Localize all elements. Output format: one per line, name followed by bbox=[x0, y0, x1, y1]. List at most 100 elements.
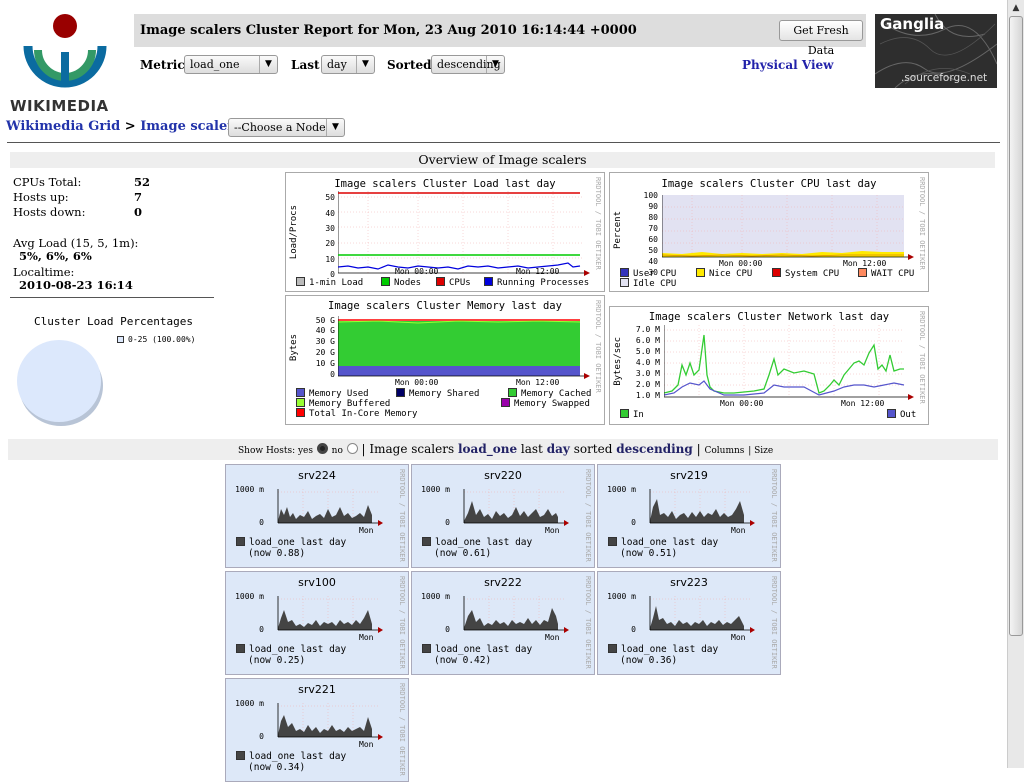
network-out-series-line bbox=[664, 380, 905, 396]
rrdtool-credit: RRDTOOL / TOBI OETIKER bbox=[594, 300, 602, 393]
last-select[interactable]: day ▼ bbox=[321, 55, 375, 74]
cluster-network-graph[interactable]: Image scalers Cluster Network last day R… bbox=[609, 306, 929, 425]
legend-item: CPUs bbox=[436, 277, 471, 288]
node-select[interactable]: --Choose a Node ▼ bbox=[228, 118, 345, 137]
breadcrumb-grid-link[interactable]: Wikimedia Grid bbox=[6, 119, 120, 134]
y-tick: 50 bbox=[648, 246, 658, 255]
cluster-cpu-graph[interactable]: Image scalers Cluster CPU last day RRDTO… bbox=[609, 172, 929, 292]
columns-control[interactable]: Columns bbox=[704, 446, 744, 456]
host-graph-card[interactable]: srv223 RRDTOOL / TOBI OETIKER 1000 m 0 Mon lo… bbox=[597, 571, 781, 675]
pie-legend-label: 0-25 (100.00%) bbox=[128, 335, 196, 344]
load-one-area bbox=[278, 610, 372, 630]
x-tick: Mon bbox=[731, 633, 746, 642]
legend-label: WAIT CPU bbox=[871, 269, 915, 279]
host-graph-card[interactable]: srv100 RRDTOOL / TOBI OETIKER 1000 m 0 Mon lo… bbox=[225, 571, 409, 675]
cluster-load-graph[interactable]: Image scalers Cluster Load last day RRDT… bbox=[285, 172, 605, 292]
host-load-plot bbox=[649, 596, 755, 633]
pie-legend: 0-25 (100.00%) bbox=[117, 335, 195, 344]
show-hosts-yes-radio[interactable] bbox=[316, 443, 328, 454]
host-load-plot bbox=[463, 596, 569, 633]
legend-label: Total In-Core Memory bbox=[309, 409, 418, 419]
host-legend-label: load_one last day bbox=[621, 644, 719, 655]
divider bbox=[7, 142, 1000, 143]
cpus-total-label: CPUs Total: bbox=[13, 175, 82, 189]
physical-view-link[interactable]: Physical View bbox=[742, 58, 833, 72]
hosts-bar-content: Show Hosts: yes no | Image scalers load_… bbox=[238, 442, 773, 456]
legend-item: 1-min Load bbox=[296, 277, 363, 288]
legend-swatch bbox=[887, 409, 896, 418]
legend-label: In bbox=[633, 410, 644, 420]
y-axis-label: Bytes bbox=[289, 334, 299, 362]
y-tick: 50 bbox=[325, 193, 335, 202]
host-now-value: (now 0.36) bbox=[620, 655, 678, 666]
ganglia-logo-sub: .sourceforge.net bbox=[901, 72, 988, 84]
host-graph-card[interactable]: srv222 RRDTOOL / TOBI OETIKER 1000 m 0 Mon lo… bbox=[411, 571, 595, 675]
y-tick: 50 G bbox=[315, 316, 335, 325]
breadcrumb: Wikimedia Grid > Image scalers > bbox=[6, 119, 257, 134]
legend-item: Idle CPU bbox=[620, 278, 676, 289]
host-legend: load_one last day (now 0.61) bbox=[422, 537, 532, 559]
y-tick: 7.0 M bbox=[635, 325, 660, 334]
wikimedia-wordmark: WIKIMEDIA bbox=[10, 97, 109, 115]
legend-item: WAIT CPU bbox=[858, 268, 914, 279]
chevron-down-icon: ▼ bbox=[356, 56, 374, 73]
ganglia-logo[interactable]: Ganglia .sourceforge.net bbox=[875, 14, 997, 88]
overview-title: Overview of Image scalers bbox=[10, 152, 995, 168]
metric-select-value: load_one bbox=[190, 58, 240, 71]
y-axis-label: Bytes/sec bbox=[613, 337, 623, 386]
show-hosts-label: Show Hosts: yes bbox=[238, 446, 313, 456]
x-tick: Mon 12:00 bbox=[516, 378, 560, 387]
host-load-plot bbox=[463, 489, 569, 526]
metric-label: Metric bbox=[140, 58, 185, 72]
breadcrumb-cluster-link[interactable]: Image scalers bbox=[140, 119, 241, 134]
legend-label: Idle CPU bbox=[633, 279, 677, 289]
host-load-plot bbox=[649, 489, 755, 526]
sorted-select[interactable]: descending ▼ bbox=[431, 55, 505, 74]
memory-plot-area bbox=[338, 316, 590, 379]
pie-legend-swatch bbox=[117, 336, 124, 343]
cluster-memory-graph[interactable]: Image scalers Cluster Memory last day RR… bbox=[285, 295, 605, 425]
legend-swatch bbox=[508, 388, 517, 397]
host-load-plot bbox=[277, 596, 383, 633]
y-tick: 70 bbox=[648, 224, 658, 233]
legend-swatch bbox=[236, 537, 245, 546]
hosts-down-value: 0 bbox=[134, 205, 143, 219]
host-graph-card[interactable]: srv224 RRDTOOL / TOBI OETIKER 1000 m 0 Mon lo… bbox=[225, 464, 409, 568]
size-control[interactable]: | Size bbox=[748, 446, 773, 456]
legend-swatch bbox=[501, 398, 510, 407]
legend-swatch bbox=[436, 277, 445, 286]
y-tick: 1.0 M bbox=[635, 391, 660, 400]
host-load-plot bbox=[277, 703, 383, 740]
legend-label: Nice CPU bbox=[709, 269, 753, 279]
avg-load-label: Avg Load (15, 5, 1m): bbox=[13, 236, 139, 250]
host-legend: load_one last day (now 0.25) bbox=[236, 644, 346, 666]
legend-item: Total In-Core Memory bbox=[296, 408, 417, 419]
hosts-bar-cluster: Image scalers bbox=[369, 442, 455, 456]
legend-swatch bbox=[484, 277, 493, 286]
last-label: Last bbox=[291, 58, 320, 72]
y-tick: 100 bbox=[643, 191, 658, 200]
legend-swatch bbox=[620, 268, 629, 277]
metric-select[interactable]: load_one ▼ bbox=[184, 55, 278, 74]
legend-item: Memory Shared bbox=[396, 388, 479, 399]
pie-slice-0-25 bbox=[17, 340, 101, 422]
wikimedia-logo[interactable]: WIKIMEDIA bbox=[8, 12, 123, 117]
load-one-area bbox=[650, 499, 744, 523]
scroll-up-icon[interactable]: ▲ bbox=[1008, 0, 1024, 16]
load-one-area bbox=[464, 501, 558, 523]
y-tick: 10 G bbox=[315, 359, 335, 368]
ganglia-logo-title: Ganglia bbox=[880, 15, 945, 33]
x-tick: Mon bbox=[359, 633, 374, 642]
legend-label: 1-min Load bbox=[309, 278, 364, 288]
hosts-bar-sep: | bbox=[696, 442, 701, 456]
host-now-value: (now 0.61) bbox=[434, 548, 492, 559]
host-graph-card[interactable]: srv221 RRDTOOL / TOBI OETIKER 1000 m 0 Mon lo… bbox=[225, 678, 409, 782]
legend-swatch bbox=[858, 268, 867, 277]
get-fresh-data-button[interactable]: Get Fresh Data bbox=[779, 20, 863, 57]
hosts-bar-metric: load_one bbox=[457, 442, 518, 456]
scrollbar-thumb[interactable] bbox=[1009, 16, 1023, 636]
host-graph-card[interactable]: srv219 RRDTOOL / TOBI OETIKER 1000 m 0 Mon lo… bbox=[597, 464, 781, 568]
legend-item: Nice CPU bbox=[696, 268, 752, 279]
host-graph-card[interactable]: srv220 RRDTOOL / TOBI OETIKER 1000 m 0 Mon lo… bbox=[411, 464, 595, 568]
show-hosts-no-radio[interactable] bbox=[346, 443, 358, 454]
